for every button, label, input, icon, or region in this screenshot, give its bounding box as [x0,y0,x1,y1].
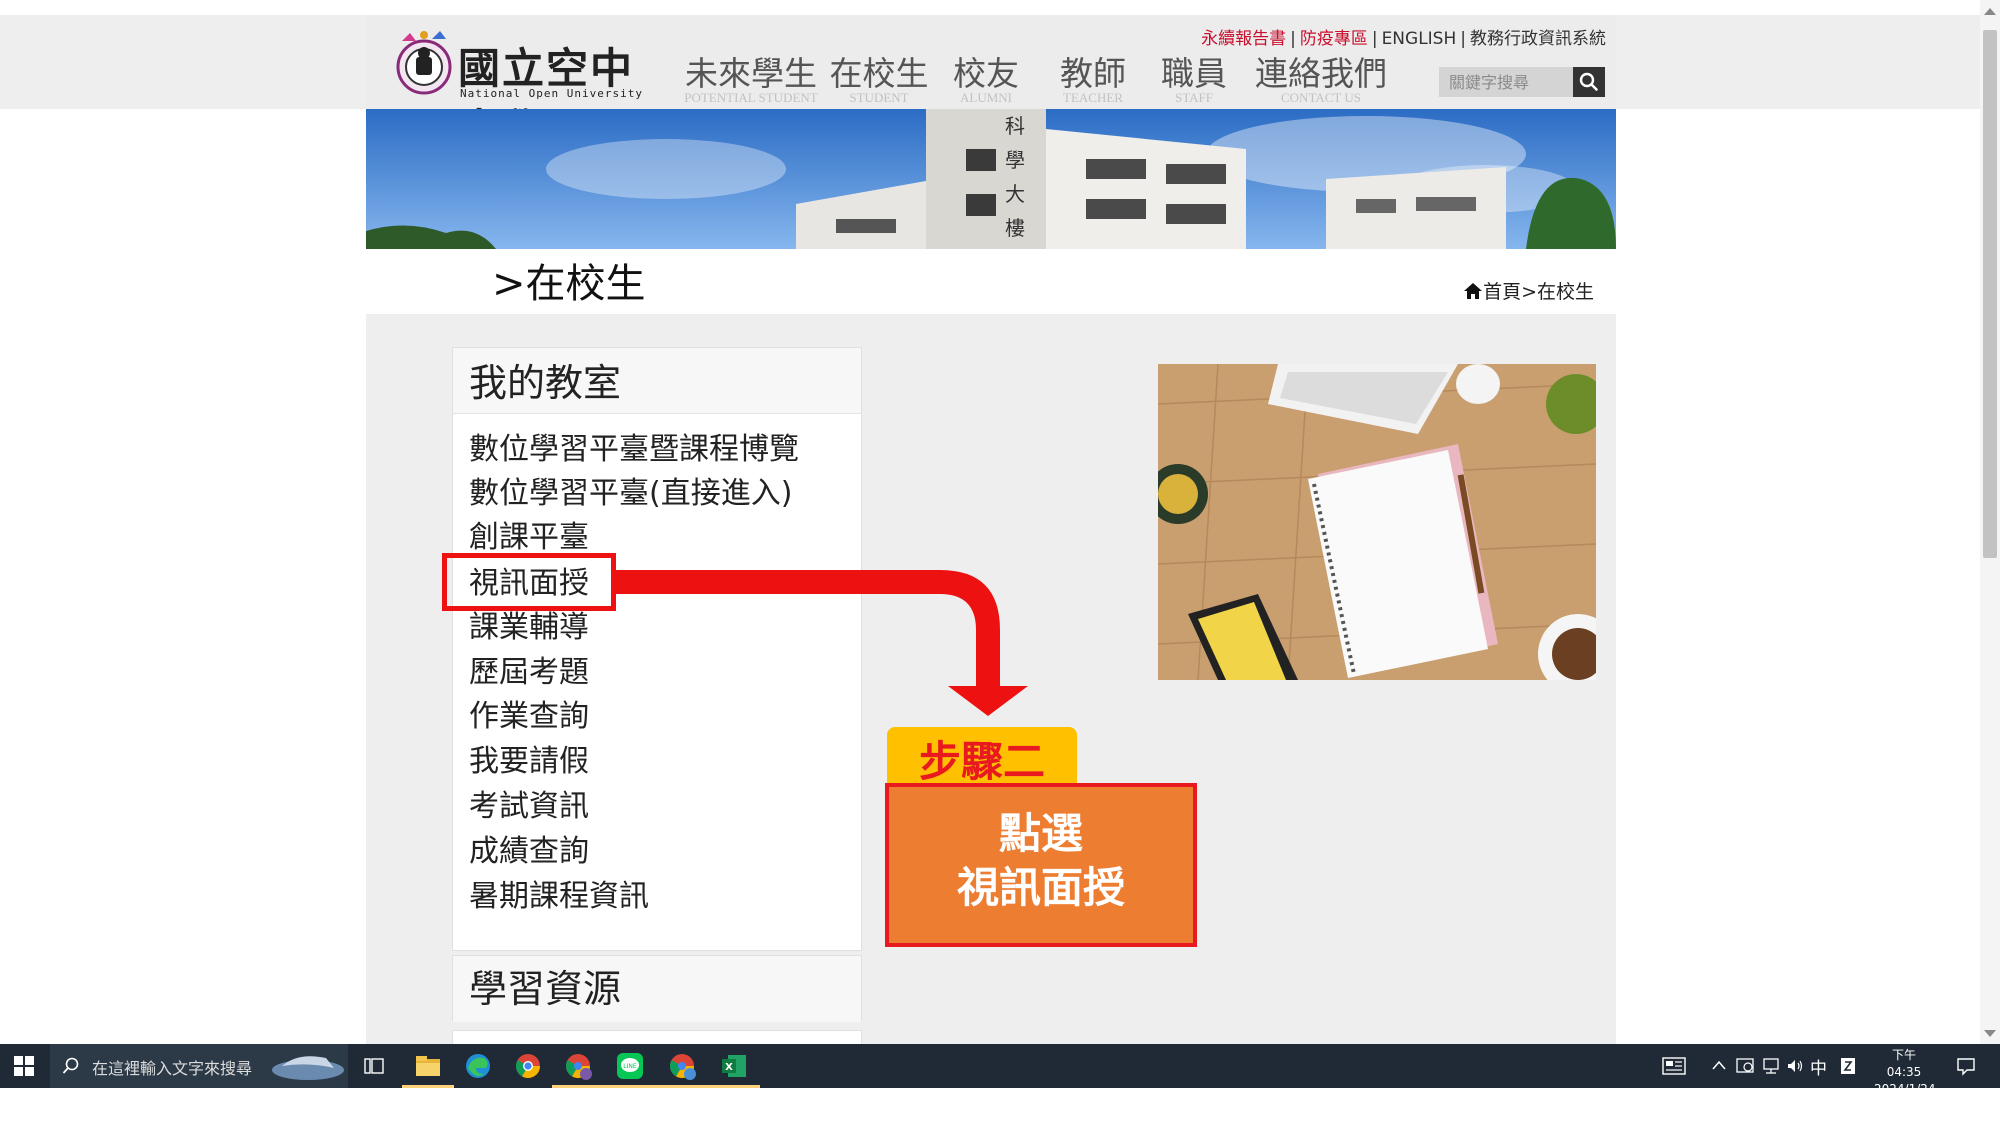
line-icon[interactable]: LINE [604,1050,656,1088]
home-icon[interactable] [1463,282,1483,300]
task-view-icon[interactable] [364,1057,384,1075]
breadcrumb: 首頁>在校生 [1463,277,1594,304]
step-instruction-line-1: 點選 [998,809,1083,858]
search-highlight-icon [272,1056,344,1080]
step-arrow-icon [616,570,1028,716]
nav-alumni[interactable]: 校友 ALUMNI [946,55,1026,105]
campus-building-image [366,109,1616,249]
campus-banner: 科 學 大 樓 [366,109,1616,249]
step-instruction-text: 點選 視訊面授 [889,807,1193,915]
pandemic-zone-link[interactable]: 防疫專區 [1300,29,1368,49]
building-text: 科 學 大 樓 [1005,114,1025,240]
keyword-search-input[interactable] [1439,67,1573,97]
svg-text:X: X [725,1062,733,1073]
step-instruction-line-2: 視訊面授 [956,863,1125,912]
nav-potential-student[interactable]: 未來學生 POTENTIAL STUDENT [676,55,826,105]
menu-item-elearning-expo[interactable]: 數位學習平臺暨課程博覽 [469,432,799,468]
university-emblem-icon [396,31,452,95]
learning-resources-panel[interactable]: 學習資源 [452,955,862,1022]
my-classroom-title: 我的教室 [469,361,622,405]
learning-resources-header: 學習資源 [453,956,861,1022]
browser-viewport: 國立空中大學 National Open University 永續報告書|防疫… [0,0,1980,1044]
menu-item-summer-courses[interactable]: 暑期課程資訊 [469,879,649,915]
scrollbar-thumb[interactable] [1983,30,1997,558]
menu-item-grade-query[interactable]: 成績查詢 [469,834,589,870]
university-name-en: National Open University [460,87,643,100]
top-links: 永續報告書 | 防疫專區 | ENGLISH | 教務行政資訊系統 [1201,29,1606,49]
desk-photo [1158,364,1596,680]
menu-item-maker-platform[interactable]: 創課平臺 [469,520,589,556]
next-panel-edge [452,1030,862,1044]
tray-chevron-up-icon[interactable] [1712,1059,1726,1071]
scroll-up-icon[interactable] [1984,8,1996,15]
ime-mode-icon[interactable] [1840,1057,1856,1075]
taskbar-search-box[interactable]: 在這裡輸入文字來搜尋 [50,1044,348,1088]
clock-time: 下午 04:35 [1886,1048,1922,1079]
my-classroom-header: 我的教室 [453,348,861,414]
network-icon[interactable] [1762,1057,1780,1075]
taskbar-search-icon [62,1057,79,1074]
chrome-alt-icon[interactable] [656,1050,708,1088]
taskbar-search-text: 在這裡輸入文字來搜尋 [92,1059,253,1078]
volume-icon[interactable] [1786,1058,1804,1074]
windows-start-icon[interactable] [14,1056,34,1076]
search-icon [1579,72,1598,91]
breadcrumb-current: >在校生 [1521,281,1594,303]
page-title: >在校生 [492,261,646,307]
search-button[interactable] [1573,67,1605,97]
file-explorer-icon[interactable] [402,1050,454,1088]
menu-item-exam-info[interactable]: 考試資訊 [469,789,589,825]
breadcrumb-home-link[interactable]: 首頁 [1483,281,1521,303]
academic-system-link[interactable]: 教務行政資訊系統 [1470,29,1606,49]
screen-bottom-margin [0,1088,2000,1125]
menu-item-academic-tutoring[interactable]: 課業輔導 [469,610,589,646]
news-widget-icon[interactable] [1662,1057,1686,1075]
page-scrollbar[interactable] [1980,0,2000,1044]
tray-security-icon[interactable] [1736,1057,1754,1075]
edge-icon[interactable] [462,1050,494,1082]
svg-text:LINE: LINE [623,1063,637,1070]
menu-item-leave-request[interactable]: 我要請假 [469,744,589,780]
page-title-bar: >在校生 首頁>在校生 [366,249,1616,314]
menu-item-past-exams[interactable]: 歷屆考題 [469,655,589,691]
video-tutoring-highlight [442,553,616,611]
step-instruction-box: 點選 視訊面授 [885,783,1197,947]
scroll-down-icon[interactable] [1984,1030,1996,1037]
windows-taskbar: 在這裡輸入文字來搜尋 LINE X 中 下午 04:35 [0,1044,2000,1096]
menu-item-homework-query[interactable]: 作業查詢 [469,699,589,735]
notifications-icon[interactable] [1956,1056,1976,1076]
university-logo[interactable]: 國立空中大學 National Open University [396,21,646,154]
notebook-desk-image [1158,364,1596,680]
sustainability-report-link[interactable]: 永續報告書 [1201,29,1286,49]
ime-indicator[interactable]: 中 [1810,1054,1827,1079]
nav-contact-us[interactable]: 連絡我們 CONTACT US [1246,55,1396,105]
nav-teacher[interactable]: 教師 TEACHER [1048,55,1138,105]
chrome-profile-icon[interactable] [552,1050,604,1088]
excel-icon[interactable]: X [708,1050,760,1088]
nav-student[interactable]: 在校生 STUDENT [829,55,929,105]
nav-staff[interactable]: 職員 STAFF [1154,55,1234,105]
site-header: 國立空中大學 National Open University 永續報告書|防疫… [366,15,1616,154]
english-link[interactable]: ENGLISH [1382,29,1457,49]
menu-item-elearning-direct[interactable]: 數位學習平臺(直接進入) [469,476,792,512]
learning-resources-title: 學習資源 [469,967,622,1011]
chrome-icon[interactable] [512,1050,544,1082]
